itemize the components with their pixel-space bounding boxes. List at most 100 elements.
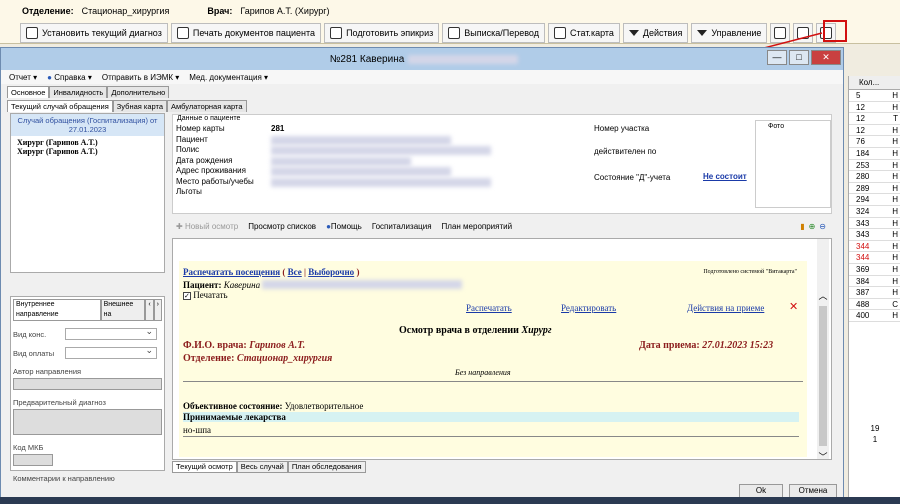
list-row[interactable]: 289 Н <box>849 183 900 195</box>
selective-link[interactable]: Выборочно <box>308 267 354 277</box>
patient-info-legend: Данные о пациенте <box>177 115 241 122</box>
prelim-diagnosis-field[interactable] <box>13 409 162 435</box>
patient-label: Пациент: <box>183 280 222 290</box>
mkb-field[interactable] <box>13 454 53 466</box>
menu-report[interactable]: Отчет ▾ <box>9 73 37 82</box>
author-field[interactable] <box>13 378 162 390</box>
scroll-thumb[interactable] <box>819 306 827 446</box>
tab-exam-plan[interactable]: План обследования <box>287 461 366 473</box>
calendar-icon <box>774 27 787 39</box>
view-lists-button[interactable]: Просмотр списков <box>248 222 316 231</box>
list-row[interactable]: 294 Н <box>849 194 900 206</box>
consult-type-select[interactable] <box>65 326 157 340</box>
delete-icon[interactable]: ✕ <box>789 300 798 313</box>
patient-name: Каверина <box>223 280 261 290</box>
list-row[interactable]: 384 Н <box>849 276 900 288</box>
tab-scroll-right[interactable]: › <box>153 299 162 321</box>
list-row[interactable]: 369 Н <box>849 264 900 276</box>
list-row[interactable]: 12 Т <box>849 113 900 125</box>
all-link[interactable]: Все <box>288 267 302 277</box>
list-row[interactable]: 343 Н <box>849 218 900 230</box>
list-header[interactable]: Кол... <box>849 76 900 90</box>
tab-current-case[interactable]: Текущий случай обращения <box>7 100 113 112</box>
maximize-button[interactable]: □ <box>789 50 809 65</box>
redacted-value <box>271 177 491 187</box>
top-info: Отделение: Стационар_хирургия Врач: Гари… <box>22 6 330 16</box>
ok-button[interactable]: Ok <box>739 484 783 498</box>
actions-link[interactable]: Действия на приеме <box>687 303 764 313</box>
tab-dental-card[interactable]: Зубная карта <box>112 100 168 112</box>
cancel-button[interactable]: Отмена <box>789 484 837 498</box>
main-toolbar: Установить текущий диагноз Печать докуме… <box>20 23 837 43</box>
list-row[interactable]: 253 Н <box>849 160 900 172</box>
new-exam-button[interactable]: ✚ Новый осмотр <box>176 222 238 231</box>
stat-card-button[interactable]: Стат.карта <box>547 23 620 43</box>
tab-outpatient-card[interactable]: Амбулаторная карта <box>167 100 247 112</box>
close-button[interactable]: ✕ <box>811 50 841 65</box>
comments-label: Комментарии к направлению <box>13 474 115 483</box>
tab-external-referral[interactable]: Внешнее на <box>100 299 146 321</box>
list-row[interactable]: 12 Н <box>849 102 900 114</box>
patient-field-label: Полис <box>176 145 200 154</box>
print-checkbox[interactable]: ✓ <box>183 292 191 300</box>
scroll-down-icon[interactable]: ﹀ <box>817 450 829 463</box>
list-row[interactable]: 344 Н <box>849 241 900 253</box>
menu-help[interactable]: ● Справка ▾ <box>47 73 92 82</box>
list-row[interactable]: 5Н <box>849 90 900 102</box>
list-row[interactable]: 400 Н <box>849 310 900 322</box>
tab-internal-referral[interactable]: Внутреннее направление <box>13 299 101 321</box>
minimize-button[interactable]: — <box>767 50 787 65</box>
tab-current-exam[interactable]: Текущий осмотр <box>172 461 237 473</box>
management-dropdown[interactable]: Управление <box>691 23 768 43</box>
actions-dropdown[interactable]: Действия <box>622 23 689 43</box>
doctor-label: Врач: <box>207 6 233 16</box>
tab-additional[interactable]: Дополнительно <box>107 86 170 98</box>
patient-field-label: Льготы <box>176 187 202 196</box>
set-diagnosis-button[interactable]: Установить текущий диагноз <box>20 23 168 43</box>
list-row[interactable]: 343 Н <box>849 229 900 241</box>
discharge-button[interactable]: Выписка/Перевод <box>442 23 545 43</box>
chart-icon[interactable]: ▮ <box>800 222 804 231</box>
doctor-value: Гарипов А.Т. (Хирург) <box>240 6 330 16</box>
hospitalization-button[interactable]: Госпитализация <box>372 222 432 231</box>
menu-med-docs[interactable]: Мед. документация ▾ <box>189 73 268 82</box>
epicrisis-button[interactable]: Подготовить эпикриз <box>324 23 440 43</box>
menu-send-iemk[interactable]: Отправить в ИЭМК ▾ <box>102 73 179 82</box>
doctor-row: Ф.И.О. врача: Гарипов А.Т. <box>183 340 305 351</box>
family-button[interactable] <box>793 23 814 43</box>
list-row[interactable]: 488 С <box>849 299 900 311</box>
tab-main[interactable]: Основное <box>7 86 50 98</box>
calendar-button[interactable] <box>770 23 791 43</box>
scroll-up-icon[interactable]: ︿ <box>817 289 829 302</box>
tree-item[interactable]: Хирург (Гарипов А.Т.) <box>17 147 158 156</box>
list-rows: 5 Н 12 Н 12 Т 12 Н 76 Н 184 Н 253 Н 280 Н 289 Н 294 Н 324 Н 34… <box>849 90 900 322</box>
print-visits-link[interactable]: Распечатать посещения <box>183 267 280 277</box>
people-print-icon <box>176 27 189 39</box>
print-documents-button[interactable]: Печать документов пациента <box>170 23 322 43</box>
list-footer: 19 1 <box>849 423 900 445</box>
help-button[interactable]: ●Помощь <box>326 222 362 231</box>
d-state-link[interactable]: Не состоит <box>703 172 747 181</box>
case-header[interactable]: Случай обращения (Госпитализация) от 27.… <box>11 114 164 136</box>
list-row[interactable]: 344 Н <box>849 252 900 264</box>
list-row[interactable]: 280 Н <box>849 171 900 183</box>
tab-whole-case[interactable]: Весь случай <box>236 461 288 473</box>
zoom-in-icon[interactable]: ⊕ <box>809 222 816 231</box>
patient-row: Пациент: Каверина <box>183 279 463 290</box>
edit-link[interactable]: Редактировать <box>561 303 616 313</box>
list-row[interactable]: 387 Н <box>849 287 900 299</box>
zoom-out-icon[interactable]: ⊖ <box>819 222 826 231</box>
tab-disability[interactable]: Инвалидность <box>49 86 108 98</box>
tree-item[interactable]: Хирург (Гарипов А.Т.) <box>17 138 158 147</box>
patient-field-label: Номер карты <box>176 124 225 133</box>
list-row[interactable]: 76 Н <box>849 136 900 148</box>
list-row[interactable]: 184 Н <box>849 148 900 160</box>
tab-scroll-left[interactable]: ‹ <box>145 299 154 321</box>
list-row-type: Н <box>892 288 898 298</box>
action-plan-button[interactable]: План мероприятий <box>442 222 513 231</box>
doc-scrollbar[interactable]: ︿ ﹀ <box>817 239 829 462</box>
list-row[interactable]: 12 Н <box>849 125 900 137</box>
print-link[interactable]: Распечатать <box>466 303 512 313</box>
payment-type-select[interactable] <box>65 345 157 359</box>
list-row[interactable]: 324 Н <box>849 206 900 218</box>
